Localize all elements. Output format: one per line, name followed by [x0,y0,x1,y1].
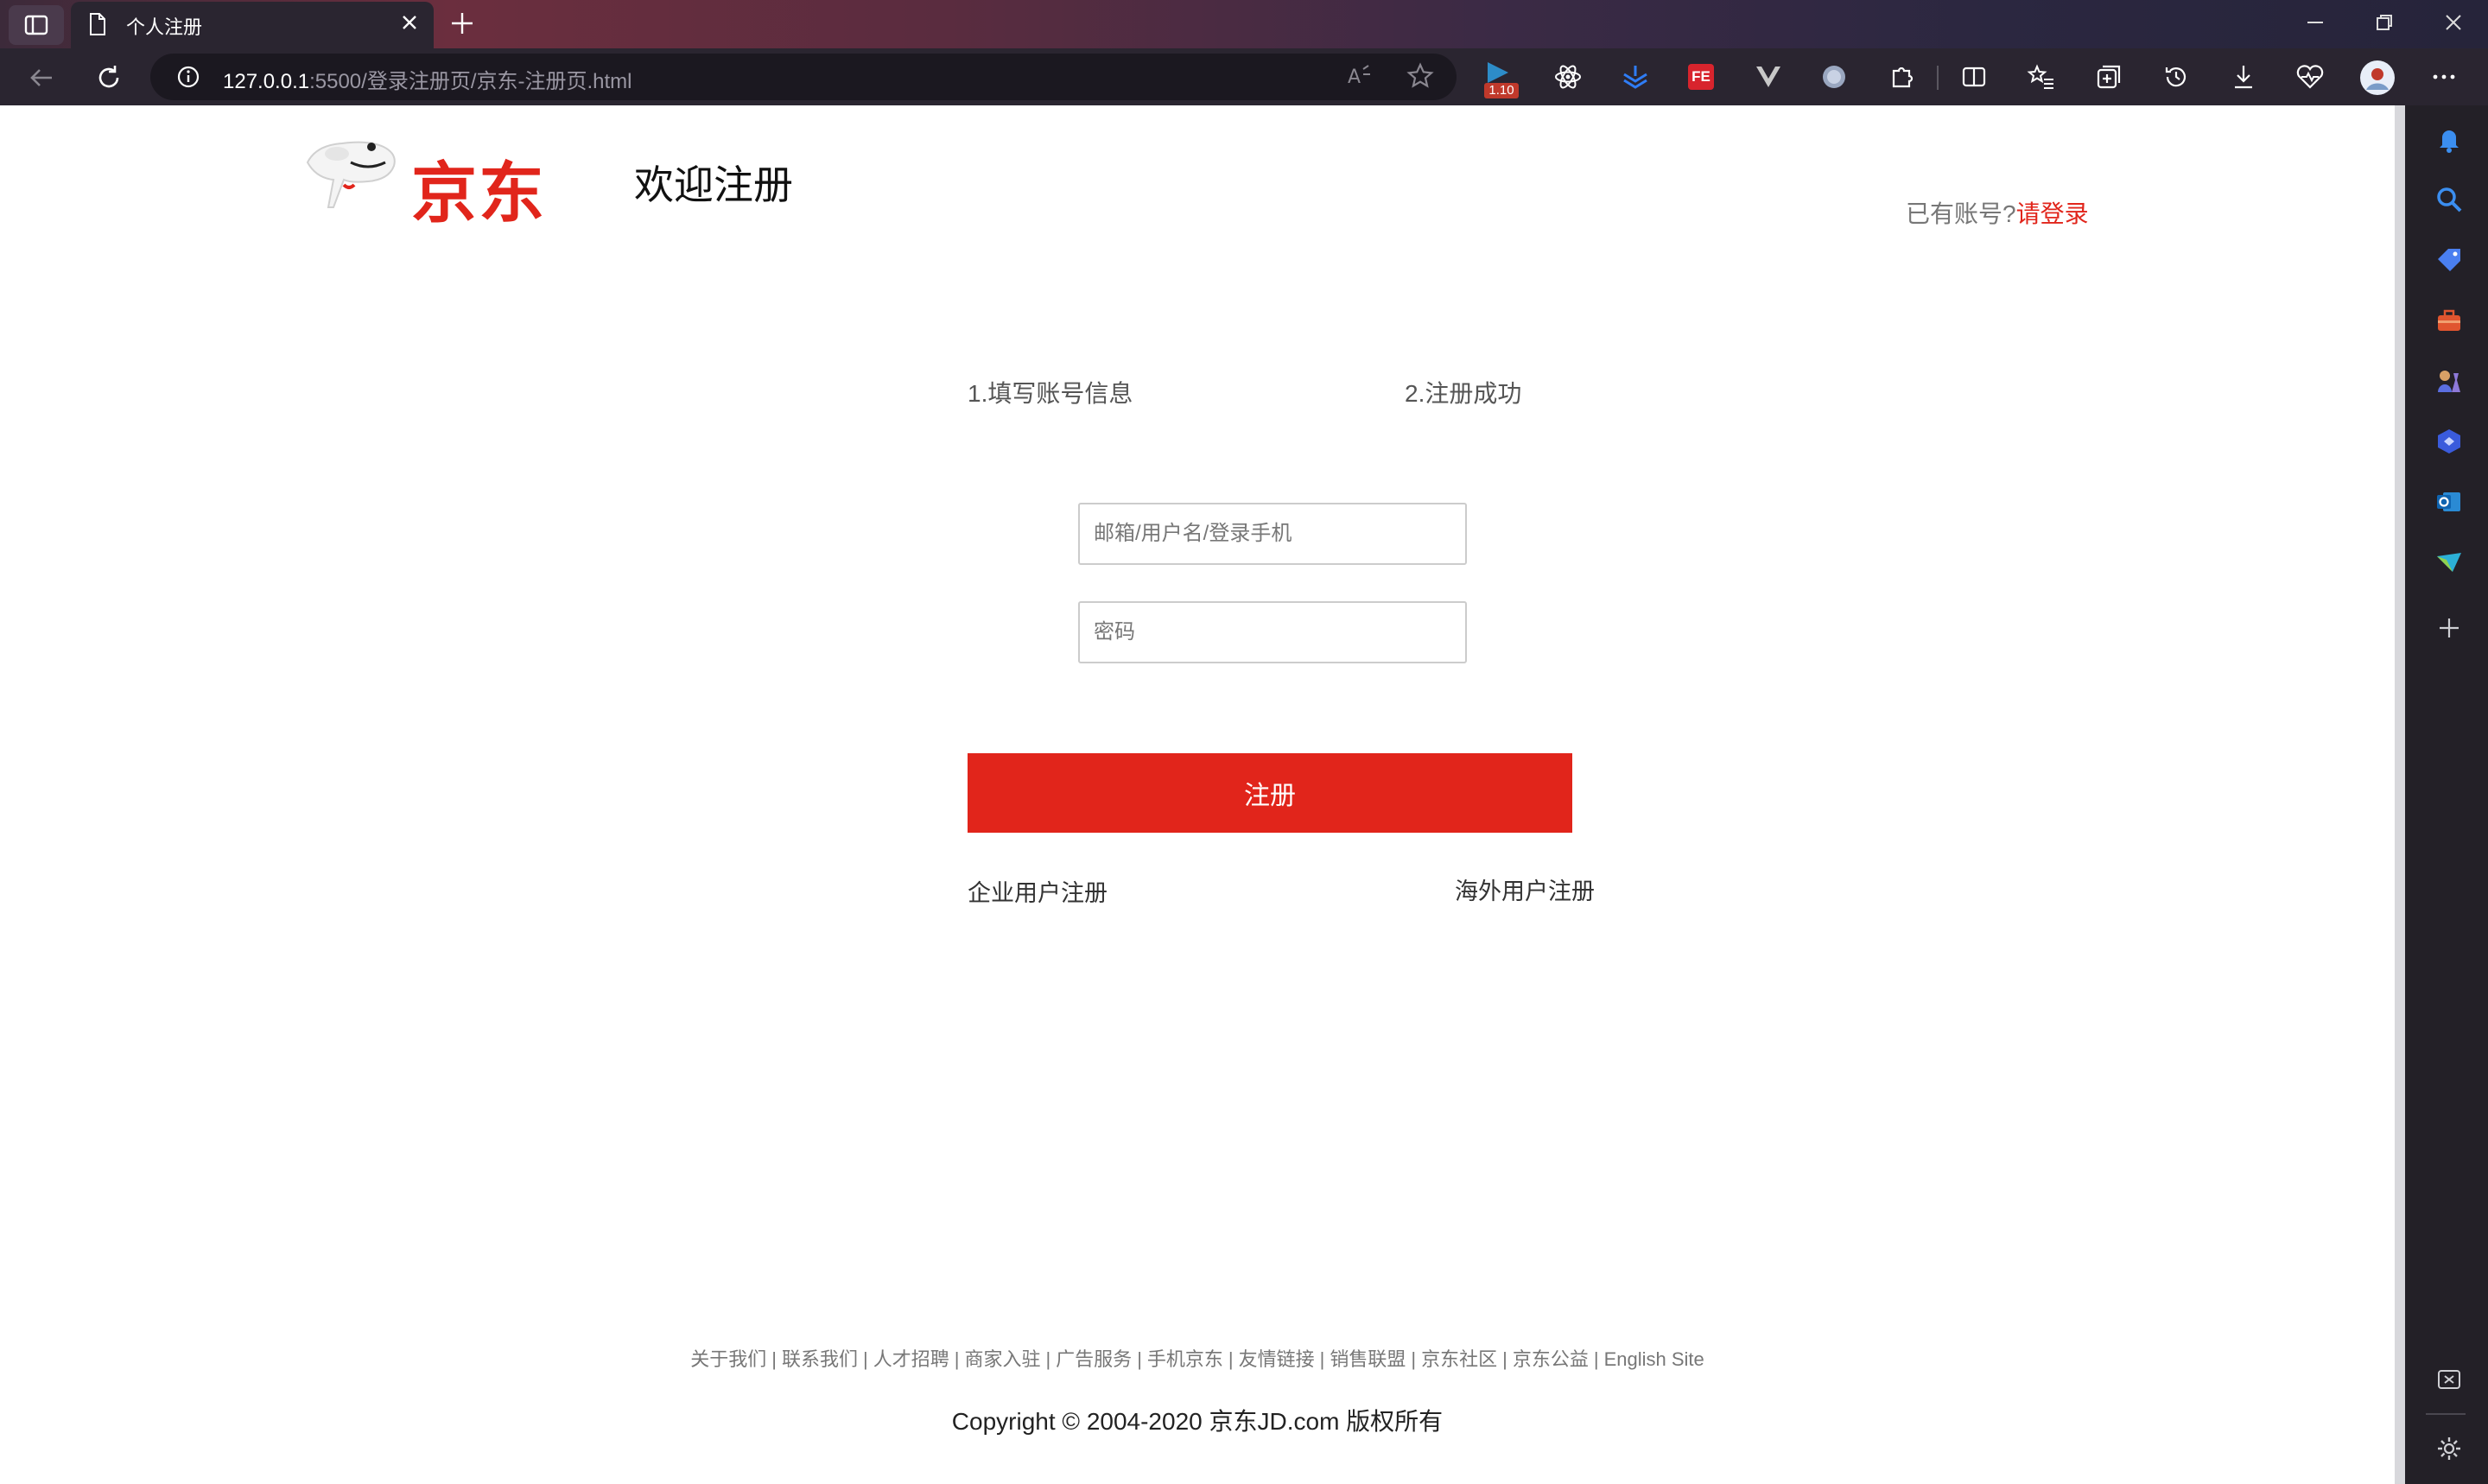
outlook-icon[interactable] [2434,487,2464,517]
site-info-icon[interactable] [176,65,200,89]
sidebar-divider [2426,1413,2466,1415]
password-input[interactable] [1078,601,1467,663]
page-title: 欢迎注册 [634,162,793,207]
new-tab-icon[interactable] [449,10,475,36]
username-input[interactable] [1078,503,1467,565]
has-account-label: 已有账号? [1906,200,2016,227]
url-text: 127.0.0.1:5500/登录注册页/京东-注册页.html [223,64,632,94]
footer-links: 关于我们 | 联系我们 | 人才招聘 | 商家入驻 | 广告服务 | 手机京东 | 友情链接 | 销售联盟 |… [0,1344,2395,1372]
footer-separator: | [1593,1348,1599,1370]
footer-link[interactable]: 京东公益 [1513,1348,1589,1370]
vue-devtools-icon[interactable] [1754,62,1783,92]
window-close-icon[interactable] [2443,12,2464,33]
overseas-register-link[interactable]: 海外用户注册 [1455,872,1595,906]
footer-link[interactable]: 友情链接 [1239,1348,1315,1370]
footer-link[interactable]: 销售联盟 [1330,1348,1406,1370]
footer-link[interactable]: 人才招聘 [873,1348,949,1370]
footer-link[interactable]: 关于我们 [690,1348,766,1370]
tab-title: 个人注册 [126,16,203,38]
step-fill-info: 1.填写账号信息 [968,380,1133,407]
refresh-icon[interactable] [93,62,124,93]
profile-avatar[interactable] [2358,59,2396,97]
downloads-icon[interactable] [2229,62,2258,92]
send-plane-icon[interactable] [2434,548,2464,577]
tools-briefcase-icon[interactable] [2434,306,2464,335]
tab-actions-icon [24,15,48,35]
footer-link[interactable]: 商家入驻 [964,1348,1040,1370]
footer-link[interactable]: English Site [1604,1348,1704,1370]
page-scrollbar[interactable] [2395,105,2405,1484]
page-file-icon [90,13,105,35]
footer-separator: | [1319,1348,1325,1370]
back-arrow-icon[interactable] [26,62,57,93]
footer-separator: | [1045,1348,1051,1370]
layers-extension-icon[interactable] [1621,62,1650,92]
fe-extension-icon[interactable]: FE [1688,64,1714,90]
screenshot-capture-icon[interactable] [2434,1365,2464,1394]
url-path: :5500/登录注册页/京东-注册页.html [309,70,632,93]
register-button[interactable]: 注册 [968,753,1572,833]
read-aloud-icon[interactable]: A [1346,62,1374,90]
login-link[interactable]: 请登录 [2016,200,2089,227]
jd-dog-logo-icon [306,141,396,208]
copilot-icon[interactable] [2434,427,2464,456]
footer-link[interactable]: 联系我们 [782,1348,858,1370]
footer-separator: | [771,1348,777,1370]
footer-link[interactable]: 广告服务 [1056,1348,1132,1370]
url-host: 127.0.0.1 [223,70,310,93]
footer-separator: | [1502,1348,1507,1370]
circle-extension-icon[interactable] [1819,62,1849,92]
react-devtools-icon[interactable] [1553,62,1583,92]
footer-link[interactable]: 手机京东 [1147,1348,1223,1370]
more-menu-icon[interactable] [2429,62,2459,92]
jd-logo-text[interactable]: 京东 [411,140,546,235]
footer-separator: | [1411,1348,1417,1370]
favorite-star-icon[interactable] [1406,62,1434,90]
enterprise-register-link[interactable]: 企业用户注册 [968,874,1108,908]
toolbar-divider [1937,66,1939,90]
footer-separator: | [954,1348,960,1370]
split-screen-icon[interactable] [1959,62,1989,92]
collections-icon[interactable] [2094,62,2123,92]
notification-bell-icon[interactable] [2434,124,2464,154]
step-success: 2.注册成功 [1405,380,1522,407]
footer-separator: | [1137,1348,1142,1370]
add-sidebar-app-icon[interactable] [2434,613,2464,643]
login-prompt: 已有账号?请登录 [1906,195,2089,230]
shopping-tag-icon[interactable] [2434,245,2464,275]
games-chess-icon[interactable] [2434,366,2464,396]
settings-gear-icon[interactable] [2434,1434,2464,1463]
restore-icon[interactable] [2374,12,2395,33]
favorites-list-icon[interactable] [2027,62,2056,92]
history-icon[interactable] [2161,62,2191,92]
footer-separator: | [1228,1348,1234,1370]
copyright: Copyright © 2004-2020 京东JD.com 版权所有 [951,1408,1444,1435]
performance-heart-icon[interactable] [2294,62,2326,92]
extensions-puzzle-icon[interactable] [1887,62,1916,92]
tab-actions-button[interactable] [9,5,64,45]
tab-close-icon[interactable] [399,12,420,33]
footer-separator: | [862,1348,868,1370]
browser-tab-active[interactable] [71,2,434,48]
svg-text:A: A [1348,67,1361,88]
footer-link[interactable]: 京东社区 [1421,1348,1497,1370]
minimize-icon[interactable] [2305,12,2326,33]
search-icon[interactable] [2434,185,2464,214]
extension-badge: 1.10 [1484,83,1519,98]
